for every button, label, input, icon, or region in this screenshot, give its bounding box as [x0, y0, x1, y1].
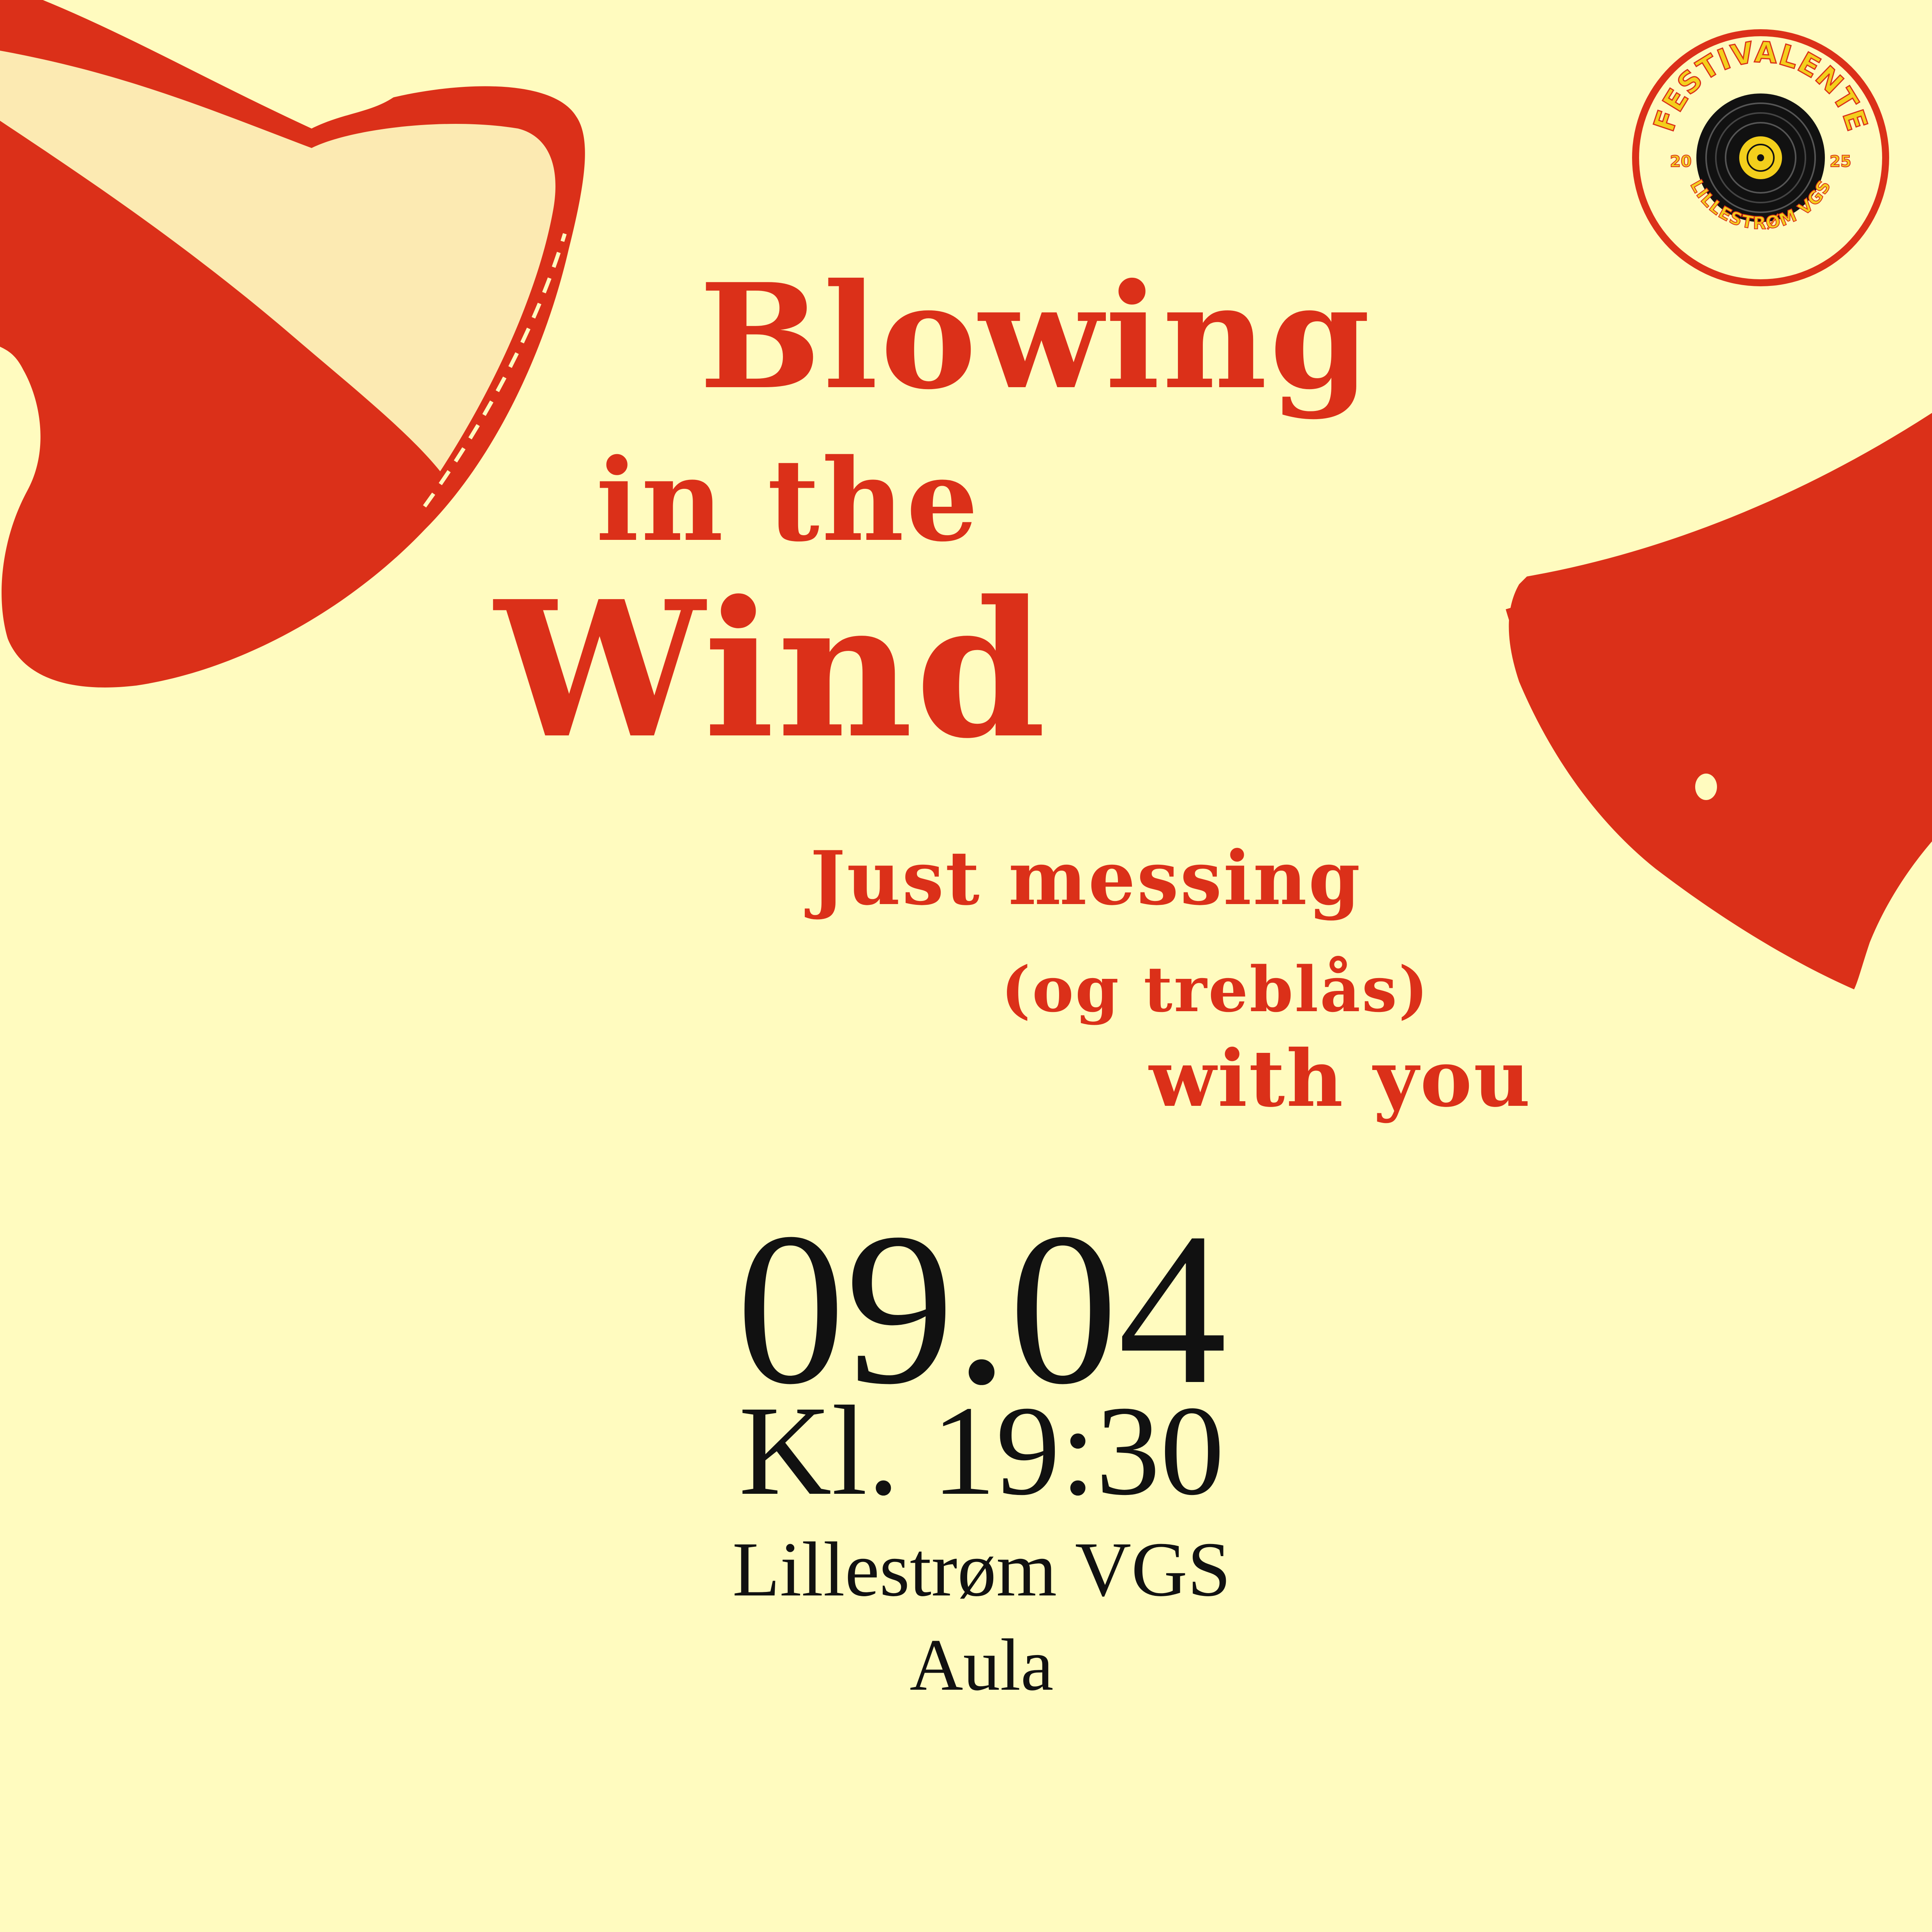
badge-year-right: 25 [1830, 153, 1851, 171]
title-line-blowing: Blowing [699, 252, 1373, 421]
event-venue: Lillestrøm VGS [732, 1527, 1231, 1613]
festival-badge-logo: FESTIVALENTE 20 25 LILLESTRØM VGS [1632, 29, 1889, 286]
event-time: Kl. 19:30 [739, 1380, 1225, 1522]
subtitle-line-3: with you [1149, 1033, 1532, 1125]
subtitle-line-1: Just messing [810, 835, 1362, 922]
event-room: Aula [910, 1624, 1054, 1706]
title-line-in-the: in the [596, 434, 981, 567]
subtitle-line-2: (og treblås) [1001, 953, 1430, 1026]
title-line-wind: Wind [495, 560, 1049, 780]
badge-year-left: 20 [1670, 153, 1692, 171]
poster: Blowing in the Wind Just messing (og tre… [0, 0, 1932, 1932]
